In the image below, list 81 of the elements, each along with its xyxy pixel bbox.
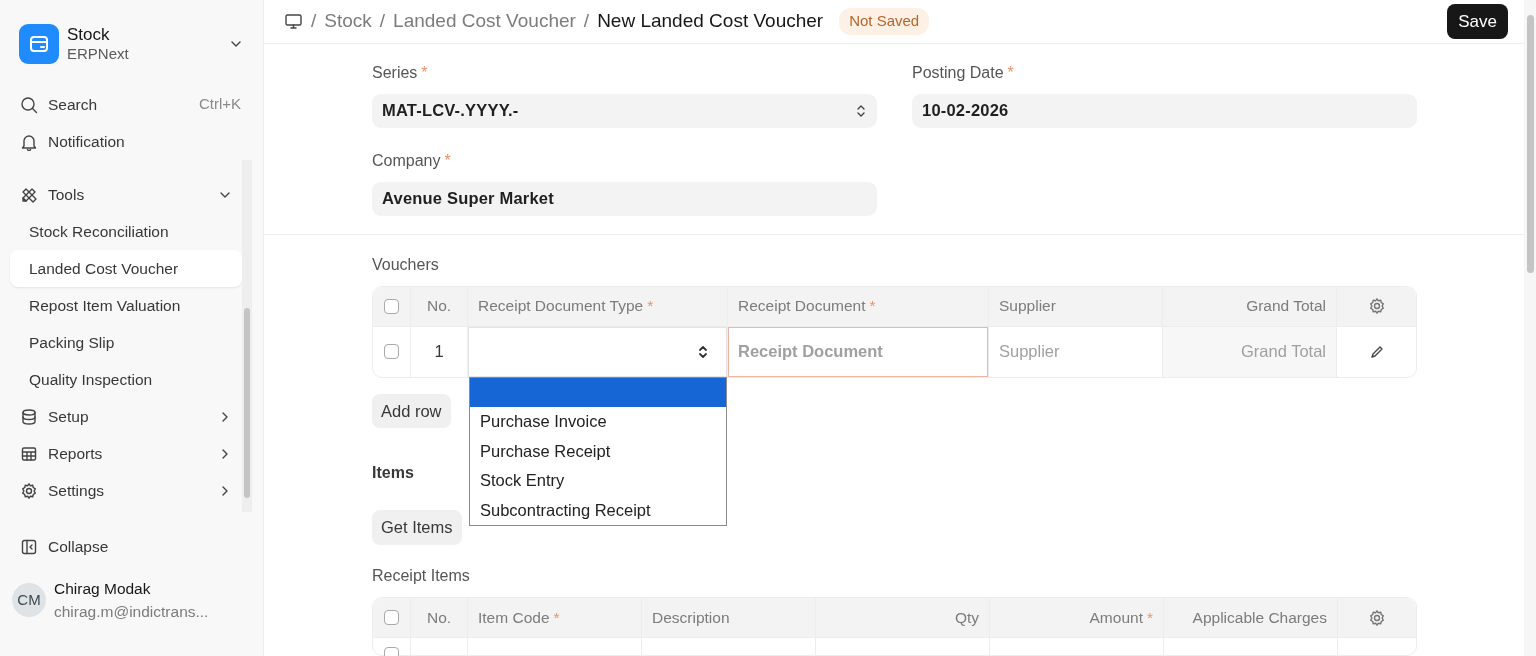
notification-item[interactable]: Notification [10, 123, 251, 160]
field-label: Company [372, 151, 441, 169]
checkbox[interactable] [384, 298, 399, 314]
scrollbar[interactable] [1524, 0, 1536, 656]
table-cell: Grand Total [1163, 325, 1337, 377]
required-mark: * [1146, 607, 1153, 628]
column-header: No. [426, 607, 452, 628]
column-header: Applicable Charges [1192, 607, 1327, 628]
sidebar-item[interactable]: Quality Inspection [10, 361, 242, 398]
column-header: Description [652, 607, 730, 628]
table-icon [20, 444, 38, 463]
column-header: No. [426, 296, 452, 317]
shortcut-hint: Ctrl+K [198, 94, 241, 115]
breadcrumb-separator: / [583, 9, 590, 33]
column-header: Grand Total [1246, 296, 1326, 317]
dropdown-option[interactable] [470, 377, 726, 407]
row-number: 1 [434, 341, 444, 363]
required-mark: * [421, 63, 428, 81]
column-header: Supplier [999, 296, 1056, 317]
breadcrumb-separator: / [311, 9, 317, 33]
settings-icon[interactable] [1367, 297, 1386, 315]
checkbox[interactable] [384, 344, 399, 359]
collapse-icon [20, 537, 38, 556]
sidebar-item[interactable]: Stock Reconciliation [10, 213, 242, 250]
section-label: Vouchers [372, 254, 440, 275]
sidebar-item[interactable]: Repost Item Valuation [10, 287, 242, 324]
dropdown-option[interactable]: Purchase Receipt [470, 436, 726, 466]
chevron-updown-icon [855, 103, 867, 118]
sidebar-group[interactable]: Setup [10, 398, 242, 435]
dropdown-option[interactable]: Stock Entry [470, 466, 726, 496]
required-mark: * [553, 607, 560, 628]
settings-icon [20, 481, 38, 500]
search-icon [20, 95, 38, 114]
column-header: Receipt Document [738, 296, 866, 317]
chevron-updown-icon [697, 344, 709, 359]
monitor-icon[interactable] [284, 11, 303, 31]
search-item[interactable]: Search Ctrl+K [10, 86, 251, 123]
scrollbar[interactable] [242, 160, 252, 512]
sidebar-group[interactable]: Settings [10, 472, 242, 509]
section-label: Receipt Items [372, 566, 471, 586]
sidebar-item[interactable]: Packing Slip [10, 324, 242, 361]
settings-icon[interactable] [1368, 608, 1386, 627]
column-header: Qty [954, 607, 979, 628]
user-email: chirag.m@indictrans... [54, 602, 209, 623]
required-mark: * [647, 296, 654, 317]
field-label: Posting Date [912, 63, 1004, 81]
column-header: Receipt Document Type [478, 296, 644, 317]
required-mark: * [1007, 63, 1014, 81]
column-header: Amount [1089, 607, 1143, 628]
breadcrumb-link[interactable]: Stock [324, 7, 372, 36]
required-mark: * [869, 296, 876, 317]
page-title: New Landed Cost Voucher [597, 9, 824, 33]
get-items-button[interactable]: Get Items [372, 510, 462, 545]
app-subtitle: ERPNext [67, 45, 130, 64]
user-name: Chirag Modak [54, 579, 152, 599]
section-label: Items [372, 463, 414, 484]
collapse-button[interactable]: Collapse [10, 528, 251, 565]
status-indicator: Not Saved [839, 8, 930, 35]
sidebar-group[interactable]: Reports [10, 435, 242, 472]
dropdown-option[interactable]: Purchase Invoice [470, 407, 726, 437]
app-title: Stock [67, 24, 111, 46]
dropdown-option[interactable]: Subcontracting Receipt [470, 495, 726, 525]
app-logo [19, 24, 59, 64]
sidebar-group[interactable]: Tools [10, 176, 242, 213]
breadcrumb-separator: / [379, 9, 386, 33]
scrollbar-thumb[interactable] [244, 308, 250, 498]
required-mark: * [444, 151, 451, 169]
add-row-button[interactable]: Add row [372, 393, 451, 429]
field-label: Series [372, 63, 418, 81]
column-header: Item Code [478, 607, 550, 628]
checkbox[interactable] [384, 610, 399, 625]
input-field[interactable]: 10-02-2026 [912, 93, 1417, 128]
user-avatar[interactable]: CM [12, 583, 46, 618]
select-field[interactable]: MAT-LCV-.YYYY.- [372, 93, 877, 128]
input-field[interactable]: Avenue Super Market [372, 181, 877, 216]
bell-icon [20, 132, 38, 151]
database-icon [20, 407, 38, 426]
scrollbar-thumb[interactable] [1527, 15, 1534, 273]
breadcrumb-link[interactable]: Landed Cost Voucher [393, 7, 576, 36]
sidebar-item[interactable]: Landed Cost Voucher [10, 250, 242, 287]
save-button[interactable]: Save [1447, 3, 1508, 39]
